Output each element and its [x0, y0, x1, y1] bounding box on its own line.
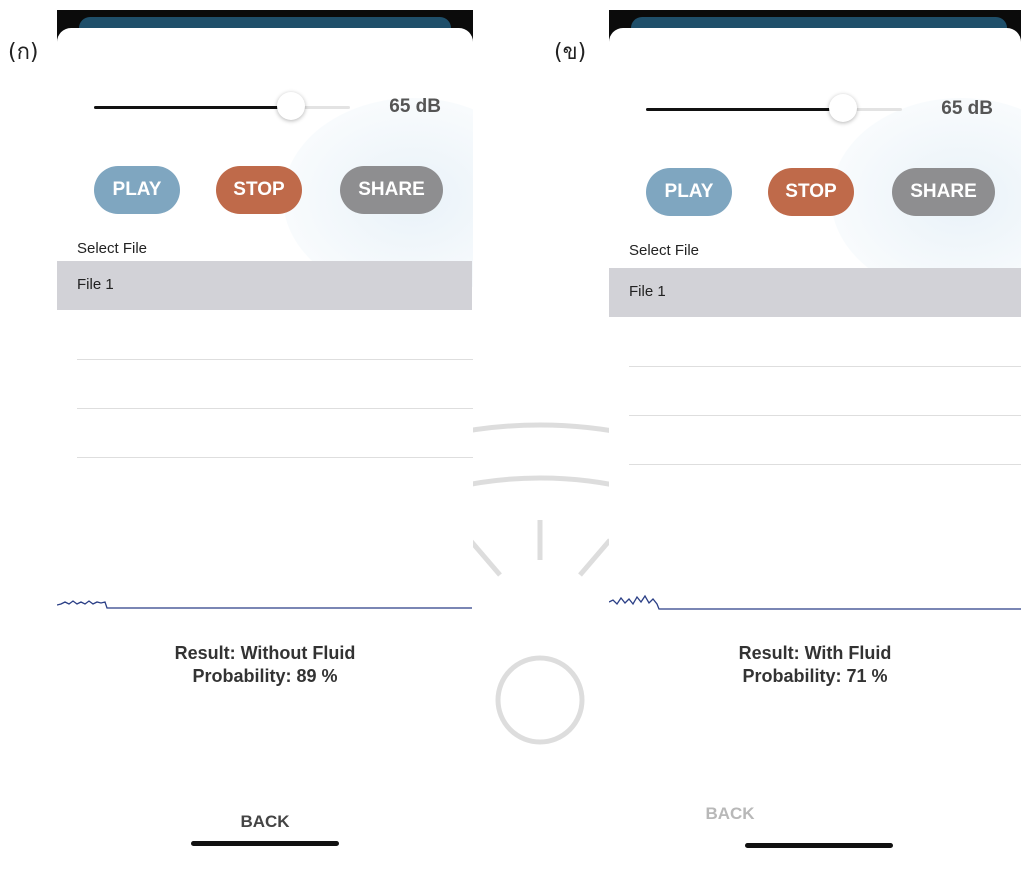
- volume-slider-fill: [646, 108, 844, 111]
- select-file-label: Select File: [629, 242, 700, 259]
- list-divider: [629, 464, 1021, 465]
- list-divider: [77, 408, 473, 409]
- back-button[interactable]: BACK: [57, 812, 473, 832]
- share-button[interactable]: SHARE: [340, 166, 443, 214]
- stop-button[interactable]: STOP: [768, 168, 854, 216]
- result-label: Result: Without Fluid: [174, 643, 356, 663]
- probability-label: Probability: 89 %: [192, 666, 338, 686]
- result-label: Result: With Fluid: [738, 643, 892, 663]
- home-indicator: [191, 841, 339, 846]
- play-button[interactable]: PLAY: [646, 168, 732, 216]
- audio-waveform: [609, 594, 1021, 610]
- probability-label: Probability: 71 %: [742, 666, 888, 686]
- volume-label: 65 dB: [941, 98, 993, 119]
- select-file-label: Select File: [77, 240, 148, 257]
- stop-button[interactable]: STOP: [216, 166, 302, 214]
- play-button[interactable]: PLAY: [94, 166, 180, 214]
- volume-slider-thumb[interactable]: [277, 92, 306, 120]
- app-sheet: 65 dB PLAY STOP SHARE Select File File 1…: [609, 28, 1021, 870]
- back-button[interactable]: BACK: [609, 804, 1021, 824]
- result-text: Result: With Fluid Probability: 71 %: [609, 642, 1021, 688]
- volume-label: 65 dB: [389, 96, 441, 117]
- result-text: Result: Without Fluid Probability: 89 %: [57, 642, 473, 688]
- phone-screen-a: 65 dB PLAY STOP SHARE Select File File 1…: [57, 10, 473, 870]
- file-item-label: File 1: [77, 276, 114, 293]
- volume-slider-thumb[interactable]: [829, 94, 858, 122]
- list-divider: [77, 457, 473, 458]
- panel-label-a: (ก): [8, 40, 39, 65]
- file-list-item[interactable]: File 1: [609, 268, 1021, 317]
- list-divider: [629, 415, 1021, 416]
- home-indicator: [745, 843, 893, 848]
- phone-screen-b: 65 dB PLAY STOP SHARE Select File File 1…: [609, 10, 1021, 870]
- list-divider: [629, 366, 1021, 367]
- list-divider: [77, 359, 473, 360]
- volume-slider[interactable]: [646, 94, 902, 122]
- file-list-item[interactable]: File 1: [57, 261, 472, 310]
- volume-slider-fill: [94, 106, 292, 109]
- panel-label-b: (ข): [554, 40, 587, 65]
- app-sheet: 65 dB PLAY STOP SHARE Select File File 1…: [57, 28, 473, 870]
- volume-slider[interactable]: [94, 92, 350, 120]
- share-button[interactable]: SHARE: [892, 168, 995, 216]
- audio-waveform: [57, 600, 472, 609]
- file-item-label: File 1: [629, 283, 666, 300]
